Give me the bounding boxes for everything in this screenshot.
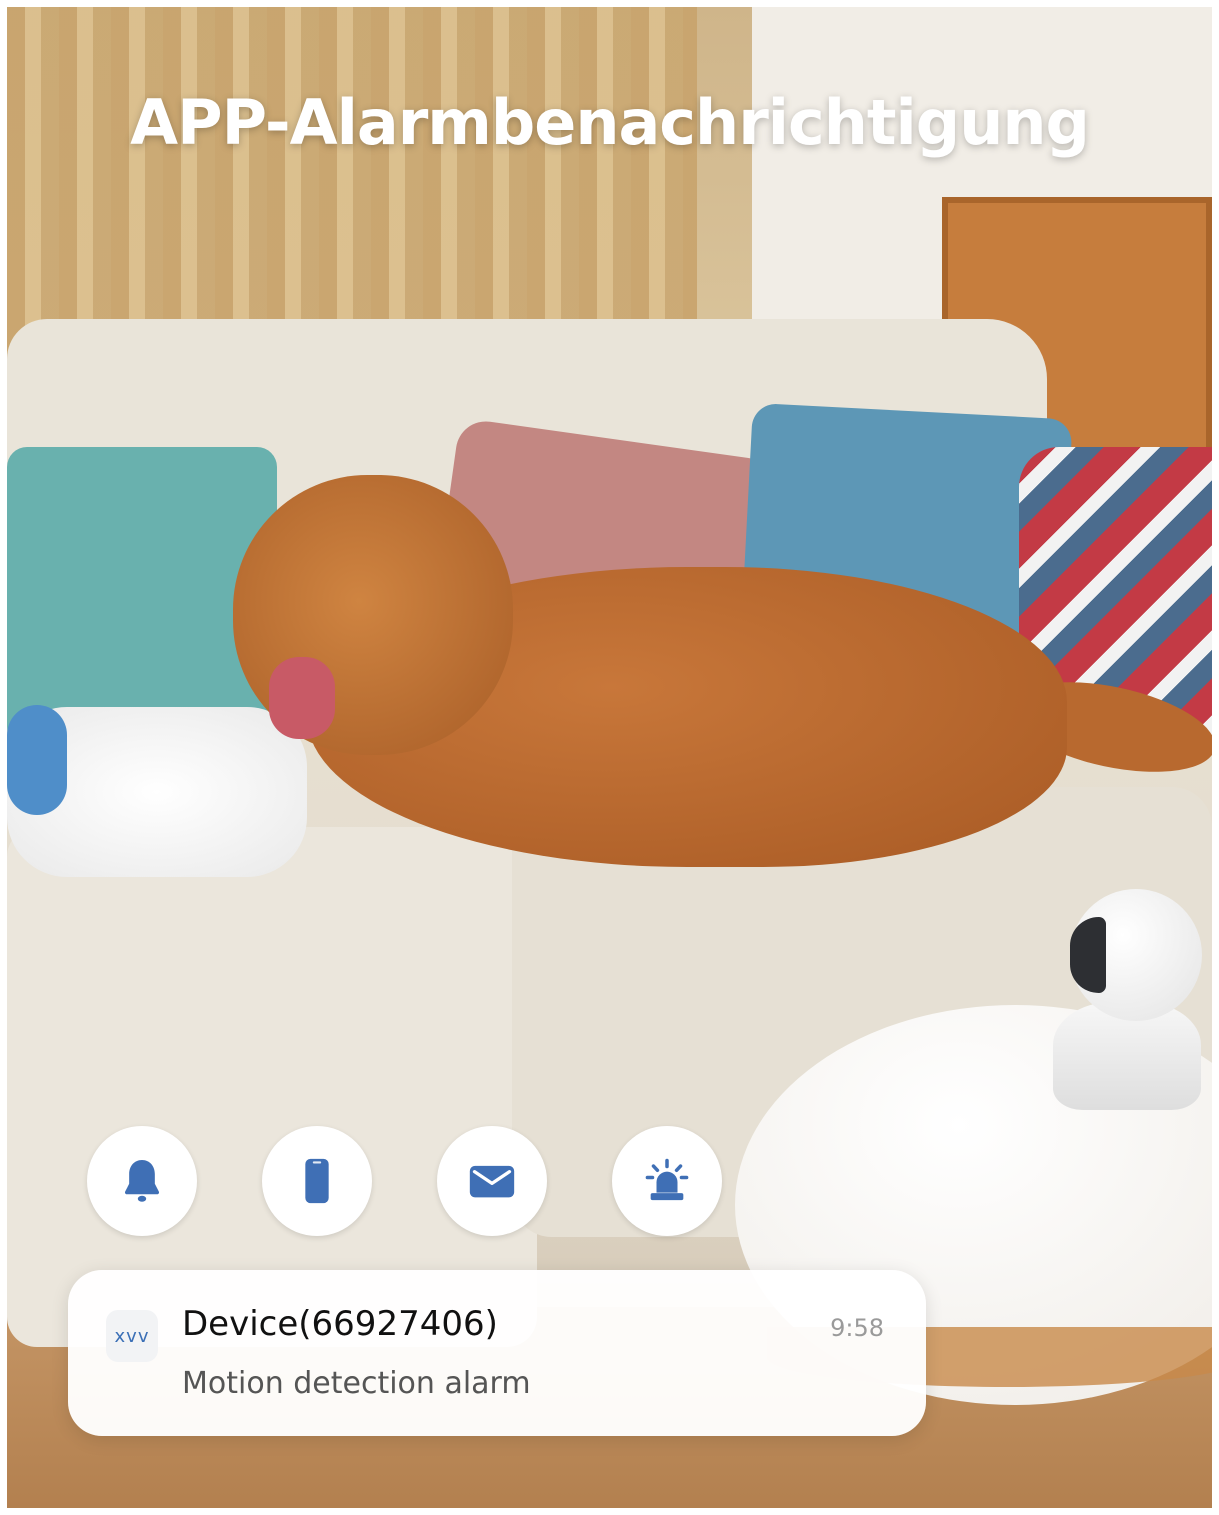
siren-icon: [645, 1158, 689, 1201]
sofa-seat-left: [7, 827, 537, 1347]
curtain: [7, 7, 697, 367]
alarm-notification[interactable]: xvv Device(66927406) 9:58 Motion detecti…: [68, 1270, 926, 1436]
phone-icon: [305, 1158, 329, 1204]
bell-icon: [124, 1160, 160, 1202]
dog-tongue: [269, 657, 335, 739]
phone-button[interactable]: [262, 1126, 372, 1236]
mail-icon: [469, 1165, 515, 1198]
siren-button[interactable]: [612, 1126, 722, 1236]
camera-lens: [1070, 917, 1106, 993]
mail-button[interactable]: [437, 1126, 547, 1236]
page-title: APP-Alarmbenachrichtigung: [130, 86, 1090, 159]
blue-toy: [7, 705, 67, 815]
notification-time: 9:58: [830, 1314, 884, 1342]
notification-title: Device(66927406): [182, 1304, 498, 1344]
app-logo: xvv: [106, 1310, 158, 1362]
notification-body: Motion detection alarm: [182, 1366, 531, 1401]
bell-button[interactable]: [87, 1126, 197, 1236]
